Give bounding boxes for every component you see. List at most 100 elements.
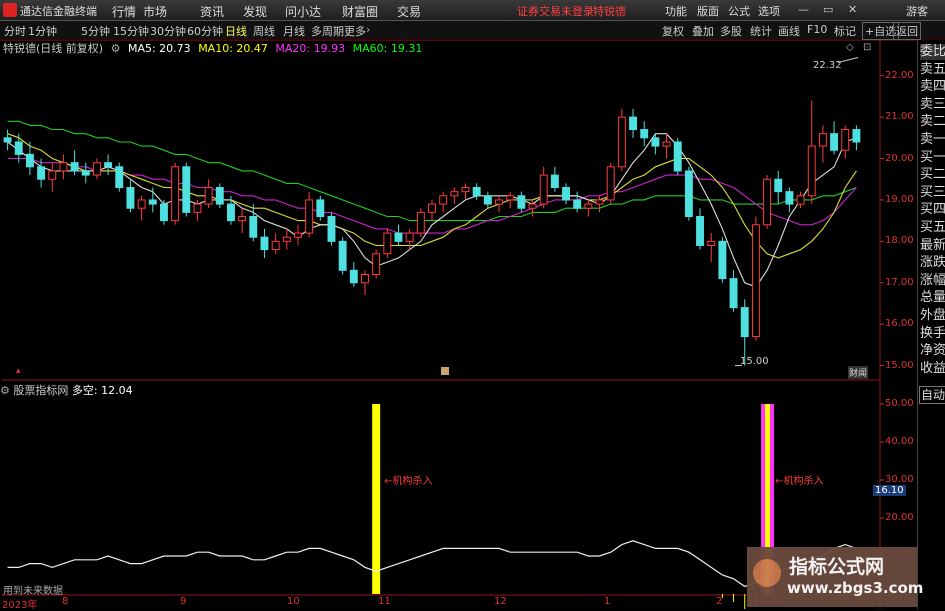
side-tab-item[interactable]: 委比 — [920, 44, 945, 60]
candle-body — [48, 170, 57, 180]
main-y-label: 19.00 — [885, 193, 914, 205]
restore-icon[interactable]: ▭ — [823, 3, 833, 16]
candle-body — [271, 240, 280, 251]
main-y-label: 21.00 — [885, 111, 914, 123]
tool-overlay[interactable]: 叠加 — [692, 23, 714, 39]
cwjx-button[interactable]: 财闻 — [848, 366, 869, 379]
period-1min[interactable]: 1分钟 — [28, 23, 57, 39]
candle — [483, 191, 492, 209]
menu-item-wealth[interactable]: 财富圈 — [342, 3, 378, 20]
side-tab-item[interactable]: 买三 — [920, 185, 945, 201]
menu-item-formula[interactable]: 公式 — [728, 3, 750, 19]
more-chevron-icon[interactable]: › — [366, 23, 370, 36]
menu-item-quotes[interactable]: 行情 — [112, 3, 136, 20]
high-price-label: 22.32 — [813, 60, 842, 71]
tool-multistock[interactable]: 多股 — [720, 23, 742, 39]
period-weekly[interactable]: 周线 — [253, 23, 275, 39]
candle — [204, 179, 213, 209]
tool-f10[interactable]: F10 — [807, 23, 827, 36]
candle-body — [651, 137, 660, 147]
candle — [629, 108, 638, 138]
side-tab-item[interactable]: 卖二 — [920, 114, 945, 130]
sub-gear-icon[interactable]: ⚙ — [0, 384, 10, 397]
candle-body — [37, 166, 46, 180]
period-5min[interactable]: 5分钟 — [81, 23, 110, 39]
period-daily[interactable]: 日线 — [225, 23, 247, 39]
candle-body — [450, 191, 459, 197]
candle-body — [673, 141, 682, 172]
side-tab-item[interactable]: 卖三 — [920, 97, 945, 113]
candle-body — [751, 224, 760, 338]
side-tab-item[interactable]: 买四 — [920, 202, 945, 218]
side-tab-item[interactable]: 收益 — [920, 361, 945, 377]
candle — [439, 191, 448, 213]
tool-stats[interactable]: 统计 — [750, 23, 772, 39]
auto-button[interactable]: 自动 — [919, 386, 945, 404]
side-tab-item[interactable]: 外盘 — [920, 308, 945, 324]
side-tab-item[interactable]: 总量 — [920, 290, 945, 306]
candle-body — [562, 187, 570, 201]
menu-item-options[interactable]: 选项 — [758, 3, 780, 19]
candle — [361, 270, 369, 296]
side-tab-item[interactable]: 最新 — [920, 238, 945, 254]
side-tab-item[interactable]: 卖一 — [920, 132, 945, 148]
tool-mark[interactable]: 标记 — [834, 23, 856, 39]
period-monthly[interactable]: 月线 — [283, 23, 305, 39]
candle-body — [729, 278, 738, 309]
period-15min[interactable]: 15分钟 — [113, 23, 149, 39]
side-tab-item[interactable]: 卖四 — [920, 79, 945, 95]
candle — [617, 108, 626, 171]
side-tab-item[interactable]: 涨跌 — [920, 255, 945, 271]
close-icon[interactable]: ✕ — [848, 3, 857, 16]
side-tab-item[interactable]: 换手 — [920, 326, 945, 342]
x-axis-label: 2 — [716, 596, 723, 607]
candle — [349, 262, 358, 287]
period-more[interactable]: 更多 — [344, 23, 366, 39]
guest-label[interactable]: 游客 — [906, 3, 928, 19]
side-tab-item[interactable]: 买五 — [920, 220, 945, 236]
side-tab-item[interactable]: 卖五 — [920, 62, 945, 78]
period-30min[interactable]: 30分钟 — [150, 23, 186, 39]
menu-item-xiaoda[interactable]: 问小达 — [285, 3, 321, 20]
sub-y-label: 20.00 — [885, 512, 914, 523]
menu-item-market[interactable]: 市场 — [143, 3, 167, 20]
candle-body — [215, 187, 224, 205]
period-multi[interactable]: 多周期 — [311, 23, 344, 39]
candle — [383, 228, 392, 258]
menu-item-layout[interactable]: 版面 — [697, 3, 719, 19]
watermark-url: www.zbgs3.com — [787, 579, 924, 597]
candle-body — [539, 174, 548, 205]
main-y-label: 17.00 — [885, 276, 914, 288]
back-button[interactable]: 返回 — [893, 22, 921, 40]
menu-item-discover[interactable]: 发现 — [243, 3, 267, 20]
side-tab-item[interactable]: 净资 — [920, 343, 945, 359]
minimize-icon[interactable]: — — [798, 3, 809, 16]
candle — [495, 195, 503, 213]
side-tab-item[interactable]: 涨幅 — [920, 273, 945, 289]
candle — [506, 191, 515, 209]
candle — [807, 100, 816, 205]
period-60min[interactable]: 60分钟 — [187, 23, 223, 39]
event-marker-icon[interactable] — [441, 367, 449, 375]
main-y-label: 15.00 — [885, 359, 914, 371]
candle — [562, 183, 570, 205]
tool-adjust[interactable]: 复权 — [662, 23, 684, 39]
candle-body — [372, 253, 381, 275]
candle — [751, 216, 760, 341]
candle-body — [182, 166, 191, 213]
menu-item-function[interactable]: 功能 — [665, 3, 687, 19]
login-warning[interactable]: 证券交易未登录 — [517, 3, 594, 19]
price-chart[interactable] — [0, 40, 917, 609]
menu-item-trade[interactable]: 交易 — [397, 3, 421, 20]
candle — [584, 199, 593, 217]
menu-item-news[interactable]: 资讯 — [200, 3, 224, 20]
period-timeshare[interactable]: 分时 — [4, 23, 26, 39]
candle-body — [238, 216, 247, 222]
candle-body — [226, 203, 235, 222]
menu-bar: 通达信金融终端 行情 市场 资讯 发现 问小达 财富圈 交易 证券交易未登录 特… — [0, 0, 945, 21]
tool-draw[interactable]: 画线 — [778, 23, 800, 39]
side-tab-item[interactable]: 买二 — [920, 167, 945, 183]
side-tab-item[interactable]: 买一 — [920, 150, 945, 166]
site-watermark: 指标公式网 www.zbgs3.com — [747, 547, 923, 607]
candle — [305, 191, 314, 238]
